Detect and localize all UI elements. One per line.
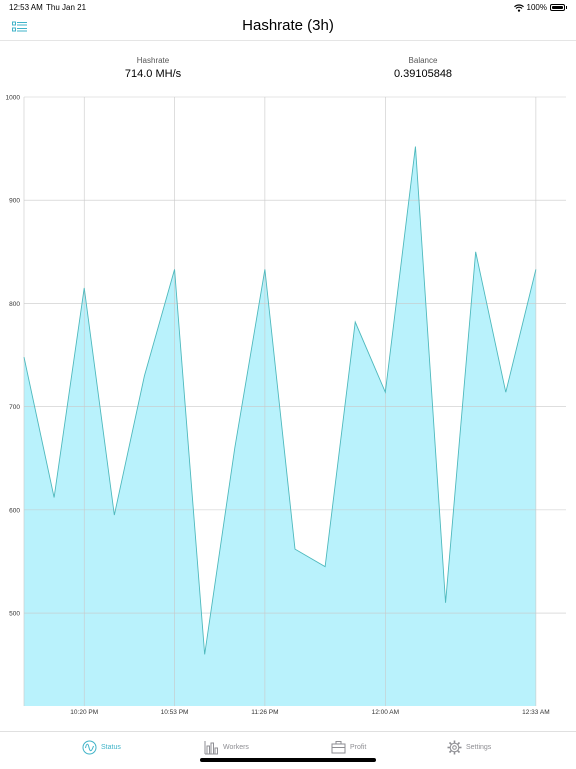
tab-settings[interactable]: Settings <box>447 739 491 755</box>
home-indicator <box>200 758 376 762</box>
tab-bar: Status Workers Profit Settings <box>0 731 576 769</box>
battery-percent: 100% <box>526 3 547 12</box>
y-tick-label: 800 <box>9 301 20 308</box>
y-tick-label: 700 <box>9 404 20 411</box>
wifi-icon <box>513 3 524 12</box>
balance-value: 0.39105848 <box>393 68 453 80</box>
hashrate-value: 714.0 MH/s <box>124 68 182 80</box>
x-tick-label: 12:00 AM <box>372 709 399 716</box>
hashrate-chart: 500 600 700 800 900 1000 10:20 PM 10:53 PM 11:26… <box>6 95 566 716</box>
gear-icon <box>447 740 462 754</box>
x-tick-label: 11:26 PM <box>251 709 278 716</box>
tab-status-label: Status <box>101 743 121 751</box>
nav-divider <box>0 40 576 41</box>
status-icon <box>82 740 97 754</box>
status-right: 100% <box>513 3 567 12</box>
hashrate-stat: Hashrate 714.0 MH/s <box>53 56 253 80</box>
tab-workers-label: Workers <box>223 743 249 751</box>
tab-settings-label: Settings <box>466 743 492 751</box>
chart-area-fill <box>24 146 536 706</box>
tab-profit-label: Profit <box>350 743 367 751</box>
balance-label: Balance <box>408 56 438 65</box>
y-tick-label: 600 <box>9 507 20 514</box>
x-tick-label: 10:53 PM <box>161 709 189 716</box>
battery-nub <box>566 6 567 9</box>
tab-profit[interactable]: Profit <box>331 739 366 755</box>
y-tick-label: 1000 <box>6 95 21 102</box>
hashrate-label: Hashrate <box>136 56 170 65</box>
status-bar: 12:53 AM Thu Jan 21 100% <box>0 0 576 14</box>
workers-icon <box>204 740 218 754</box>
status-time: 12:53 AM <box>9 3 43 12</box>
tab-workers[interactable]: Workers <box>204 739 249 755</box>
page-title: Hashrate (3h) <box>242 17 334 34</box>
y-tick-label: 900 <box>9 198 20 205</box>
status-date: Thu Jan 21 <box>46 3 87 12</box>
balance-stat: Balance 0.39105848 <box>323 56 523 80</box>
battery-icon <box>550 4 565 11</box>
x-tick-label: 10:20 PM <box>70 709 98 716</box>
x-tick-label: 12:33 AM <box>522 709 549 716</box>
profit-icon <box>331 740 346 753</box>
nav-bar: Hashrate (3h) <box>0 14 576 40</box>
y-tick-label: 500 <box>9 611 20 618</box>
tab-status[interactable]: Status <box>82 739 121 755</box>
